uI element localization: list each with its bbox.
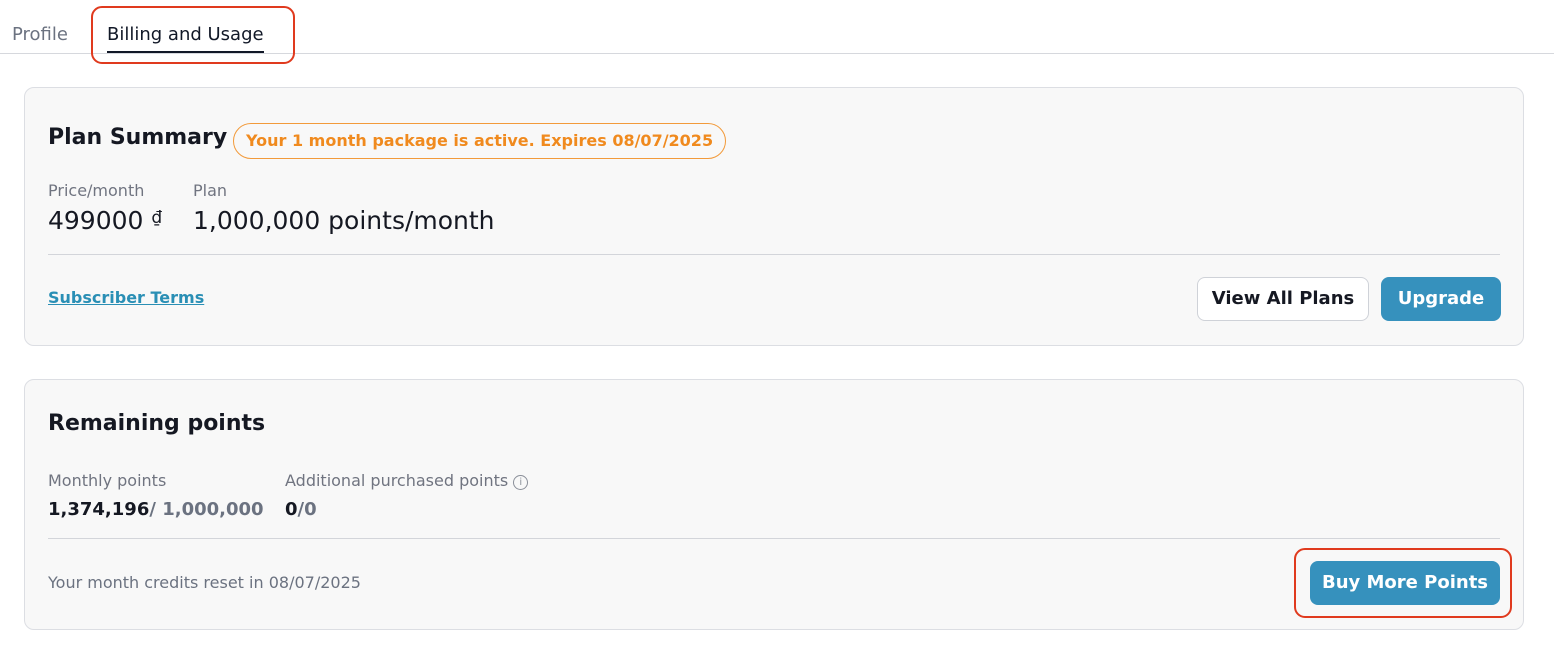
plan-summary-title: Plan Summary <box>48 125 228 150</box>
monthly-points-value: 1,374,196/ 1,000,000 <box>48 499 264 520</box>
additional-points-label: Additional purchased points <box>285 471 509 490</box>
additional-points-value: 0/0 <box>285 499 317 520</box>
plan-value: 1,000,000 points/month <box>193 206 495 235</box>
price-value: 499000 ₫ <box>48 206 162 235</box>
additional-points-total: /0 <box>297 499 317 520</box>
divider <box>48 254 1500 255</box>
view-all-plans-button[interactable]: View All Plans <box>1197 277 1369 321</box>
price-amount: 499000 <box>48 206 144 235</box>
credits-reset-note: Your month credits reset in 08/07/2025 <box>48 573 361 592</box>
additional-points-label-wrap: Additional purchased points i <box>285 471 529 490</box>
remaining-points-card: Remaining points Monthly points 1,374,19… <box>24 379 1524 630</box>
tab-profile[interactable]: Profile <box>12 22 68 48</box>
plan-status-badge: Your 1 month package is active. Expires … <box>233 123 727 159</box>
info-icon[interactable]: i <box>513 475 529 490</box>
monthly-points-total: / 1,000,000 <box>149 499 264 520</box>
buy-more-points-button[interactable]: Buy More Points <box>1310 561 1500 605</box>
divider <box>48 538 1500 539</box>
upgrade-button[interactable]: Upgrade <box>1381 277 1501 321</box>
remaining-points-title: Remaining points <box>48 411 266 436</box>
price-label: Price/month <box>48 181 145 200</box>
plan-label: Plan <box>193 181 228 200</box>
monthly-points-label: Monthly points <box>48 471 167 490</box>
tab-bar: Profile Billing and Usage <box>0 0 1554 54</box>
subscriber-terms-link[interactable]: Subscriber Terms <box>48 288 204 307</box>
tab-billing-and-usage[interactable]: Billing and Usage <box>107 22 264 53</box>
plan-summary-card: Plan Summary Your 1 month package is act… <box>24 87 1524 346</box>
additional-points-used: 0 <box>285 499 298 520</box>
monthly-points-used: 1,374,196 <box>48 499 150 520</box>
currency-symbol: ₫ <box>151 208 163 228</box>
